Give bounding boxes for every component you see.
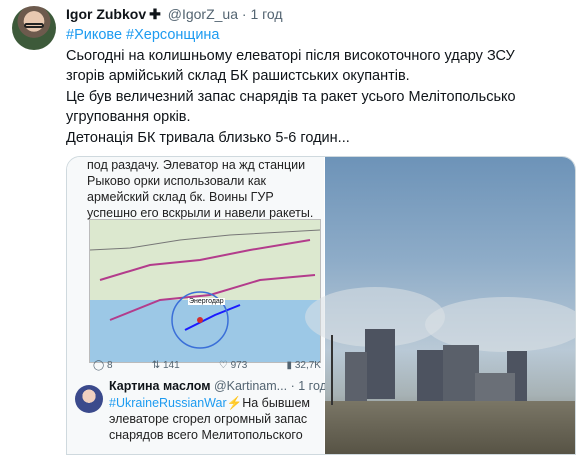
tweet-line: згорів армійський склад БК рашистських о… [66, 68, 410, 84]
ground-debris [325, 401, 575, 454]
author-name[interactable]: Igor Zubkov [66, 6, 146, 22]
quoted-screenshot-text: под раздачу. Элеватор на жд станции Рыко… [87, 158, 314, 220]
views-stat[interactable]: ▮ 32,7K [287, 360, 321, 371]
elevator-tower [365, 329, 395, 399]
like-icon: ♡ [218, 360, 231, 371]
map-routes [90, 229, 320, 349]
hashtags-link[interactable]: #Рикове #Херсонщина [66, 25, 571, 46]
retweet-count: 141 [162, 360, 180, 371]
stats-bar: ◯ 8 ⇅ 141 ♡ 973 ▮ 32,7K [93, 360, 321, 371]
map-city-label: Энергодар [188, 298, 225, 305]
quote-separator: · [290, 379, 295, 393]
quote-header: Картина маслом @Kartinam... · 1 год [109, 379, 327, 393]
reply-count: 8 [106, 360, 113, 371]
reply-icon: ◯ [93, 360, 107, 371]
quote-hashtag: #UkraineRussianWar [109, 396, 227, 410]
tweet-line: Сьогодні на колишньому елеваторі після в… [66, 47, 515, 64]
tweet-line: угруповання орків. [66, 109, 191, 125]
author-handle[interactable]: @IgorZ_ua [168, 6, 238, 22]
author-avatar[interactable] [12, 6, 56, 50]
like-count: 973 [230, 360, 248, 371]
tweet-line: Це був величезний запас снарядів та раке… [66, 88, 516, 105]
tweet-time[interactable]: 1 год [250, 6, 282, 22]
quote-author-name: Картина маслом [109, 379, 211, 393]
quote-time: 1 год [298, 379, 327, 393]
like-stat[interactable]: ♡ 973 [219, 360, 247, 371]
quote-text: #UkraineRussianWar⚡На бывшем элеваторе с… [109, 395, 321, 443]
tweet-media[interactable]: под раздачу. Элеватор на жд станции Рыко… [66, 156, 576, 455]
quote-avatar [75, 385, 103, 413]
elevator-tower [417, 350, 443, 402]
map-image: Энергодар [89, 219, 321, 363]
quote-author-handle: @Kartinam... [213, 379, 288, 393]
retweet-icon: ⇅ [151, 360, 163, 371]
lightning-icon: ⚡ [226, 396, 243, 410]
reply-stat[interactable]: ◯ 8 [93, 360, 113, 371]
utility-pole [331, 335, 333, 405]
separator-dot: · [241, 6, 247, 22]
screenshot-image[interactable]: под раздачу. Элеватор на жд станции Рыко… [67, 157, 327, 454]
elevator-tower [443, 345, 479, 403]
retweet-stat[interactable]: ⇅ 141 [152, 360, 180, 371]
tweet-header: Igor Zubkov ✚ @IgorZ_ua · 1 год [66, 6, 283, 23]
tweet-line: Детонація БК тривала близько 5-6 годин..… [66, 129, 350, 146]
avatar-glasses [24, 23, 44, 28]
plus-icon: ✚ [149, 6, 161, 22]
elevator-building [475, 373, 515, 403]
elevator-tower [345, 352, 367, 402]
elevator-photo[interactable] [305, 157, 575, 454]
tweet[interactable]: Igor Zubkov ✚ @IgorZ_ua · 1 год #Рикове #… [0, 0, 579, 455]
smoke-cloud [425, 297, 575, 352]
tweet-text: #Рикове #Херсонщина Сьогодні на колишньо… [66, 25, 571, 148]
views-icon: ▮ [286, 360, 295, 371]
views-count: 32,7K [294, 360, 321, 371]
